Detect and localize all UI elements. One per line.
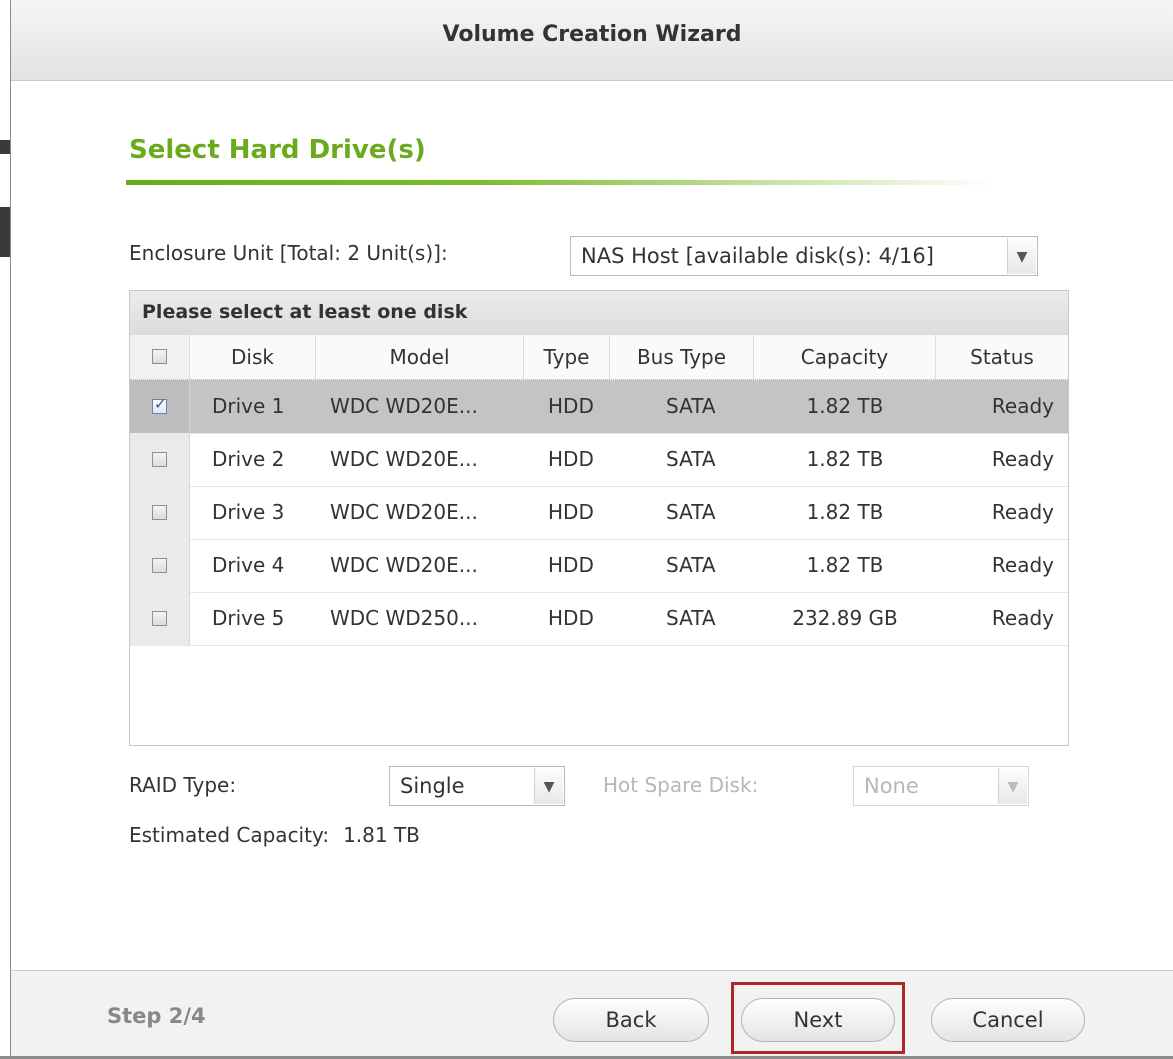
header-status[interactable]: Status (936, 335, 1068, 379)
row-checkbox-cell (130, 433, 190, 486)
cell-disk: Drive 5 (212, 606, 285, 630)
row-checkbox-cell (130, 486, 190, 539)
cell-model: WDC WD250... (330, 606, 478, 630)
table-row[interactable]: Drive 4 WDC WD20E... HDD SATA 1.82 TB Re… (130, 539, 1068, 593)
row-checkbox[interactable] (152, 611, 167, 626)
table-caption-text: Please select at least one disk (142, 301, 468, 323)
hot-spare-value: None (864, 774, 919, 798)
select-all-checkbox[interactable] (152, 349, 167, 364)
estimated-capacity: Estimated Capacity: 1.81 TB (129, 823, 420, 847)
section-divider (126, 180, 996, 185)
edge-mark (0, 140, 10, 154)
cell-bus-type: SATA (666, 553, 716, 577)
cell-bus-type: SATA (666, 500, 716, 524)
table-header: Disk Model Type Bus Type Capacity Status (130, 335, 1068, 380)
estimated-capacity-label: Estimated Capacity: (129, 823, 330, 847)
cell-type: HDD (548, 500, 594, 524)
cell-model: WDC WD20E... (330, 394, 478, 418)
table-row[interactable]: Drive 5 WDC WD250... HDD SATA 232.89 GB … (130, 592, 1068, 646)
header-capacity[interactable]: Capacity (754, 335, 936, 379)
raid-type-value: Single (400, 774, 465, 798)
cancel-button[interactable]: Cancel (931, 998, 1085, 1042)
row-checkbox[interactable] (152, 452, 167, 467)
cell-capacity: 1.82 TB (806, 500, 884, 524)
row-checkbox[interactable] (152, 558, 167, 573)
cell-model: WDC WD20E... (330, 500, 478, 524)
row-checkbox[interactable] (152, 505, 167, 520)
enclosure-select-value: NAS Host [available disk(s): 4/16] (581, 244, 934, 268)
cell-status: Ready (991, 447, 1054, 471)
checkmark-icon: ✓ (154, 395, 167, 413)
chevron-down-icon: ▼ (998, 768, 1027, 804)
disk-table: Please select at least one disk Disk Mod… (129, 290, 1069, 746)
cell-type: HDD (548, 553, 594, 577)
cell-status: Ready (991, 606, 1054, 630)
chevron-down-icon[interactable]: ▼ (1007, 238, 1036, 274)
cell-type: HDD (548, 447, 594, 471)
cell-bus-type: SATA (666, 447, 716, 471)
row-checkbox-cell (130, 539, 190, 592)
edge-mark (0, 207, 10, 257)
back-button[interactable]: Back (553, 998, 709, 1042)
table-row[interactable]: ✓ Drive 1 WDC WD20E... HDD SATA 1.82 TB … (130, 380, 1068, 434)
row-checkbox-cell: ✓ (130, 380, 190, 433)
table-caption: Please select at least one disk (130, 291, 1068, 336)
hot-spare-label: Hot Spare Disk: (603, 773, 759, 797)
chevron-down-icon[interactable]: ▼ (534, 768, 563, 804)
cell-bus-type: SATA (666, 606, 716, 630)
step-indicator: Step 2/4 (107, 1004, 206, 1028)
header-disk[interactable]: Disk (190, 335, 316, 379)
cell-type: HDD (548, 394, 594, 418)
cell-capacity: 1.82 TB (806, 553, 884, 577)
estimated-capacity-value: 1.81 TB (343, 823, 420, 847)
title-bar: Volume Creation Wizard (11, 0, 1173, 81)
cell-model: WDC WD20E... (330, 447, 478, 471)
next-button-highlight (731, 982, 905, 1054)
cell-type: HDD (548, 606, 594, 630)
window-title: Volume Creation Wizard (442, 22, 742, 47)
section-title: Select Hard Drive(s) (129, 135, 426, 165)
cell-model: WDC WD20E... (330, 553, 478, 577)
header-type[interactable]: Type (524, 335, 610, 379)
cell-capacity: 1.82 TB (806, 394, 884, 418)
header-model[interactable]: Model (316, 335, 524, 379)
hot-spare-select: None ▼ (853, 766, 1029, 806)
cell-status: Ready (991, 394, 1054, 418)
cell-disk: Drive 4 (212, 553, 285, 577)
header-bus-type[interactable]: Bus Type (610, 335, 754, 379)
cell-capacity: 232.89 GB (792, 606, 898, 630)
row-checkbox[interactable]: ✓ (152, 395, 167, 414)
wizard-window: Volume Creation Wizard Select Hard Drive… (10, 0, 1173, 1059)
cell-status: Ready (991, 553, 1054, 577)
cell-capacity: 1.82 TB (806, 447, 884, 471)
cell-disk: Drive 1 (212, 394, 285, 418)
cell-disk: Drive 2 (212, 447, 285, 471)
table-row[interactable]: Drive 3 WDC WD20E... HDD SATA 1.82 TB Re… (130, 486, 1068, 540)
cell-status: Ready (991, 500, 1054, 524)
raid-type-select[interactable]: Single ▼ (389, 766, 565, 806)
cell-disk: Drive 3 (212, 500, 285, 524)
enclosure-select[interactable]: NAS Host [available disk(s): 4/16] ▼ (570, 236, 1038, 276)
cell-bus-type: SATA (666, 394, 716, 418)
enclosure-label: Enclosure Unit [Total: 2 Unit(s)]: (129, 241, 448, 265)
row-checkbox-cell (130, 592, 190, 645)
raid-type-label: RAID Type: (129, 773, 237, 797)
table-row[interactable]: Drive 2 WDC WD20E... HDD SATA 1.82 TB Re… (130, 433, 1068, 487)
header-select-all-cell (130, 335, 190, 379)
